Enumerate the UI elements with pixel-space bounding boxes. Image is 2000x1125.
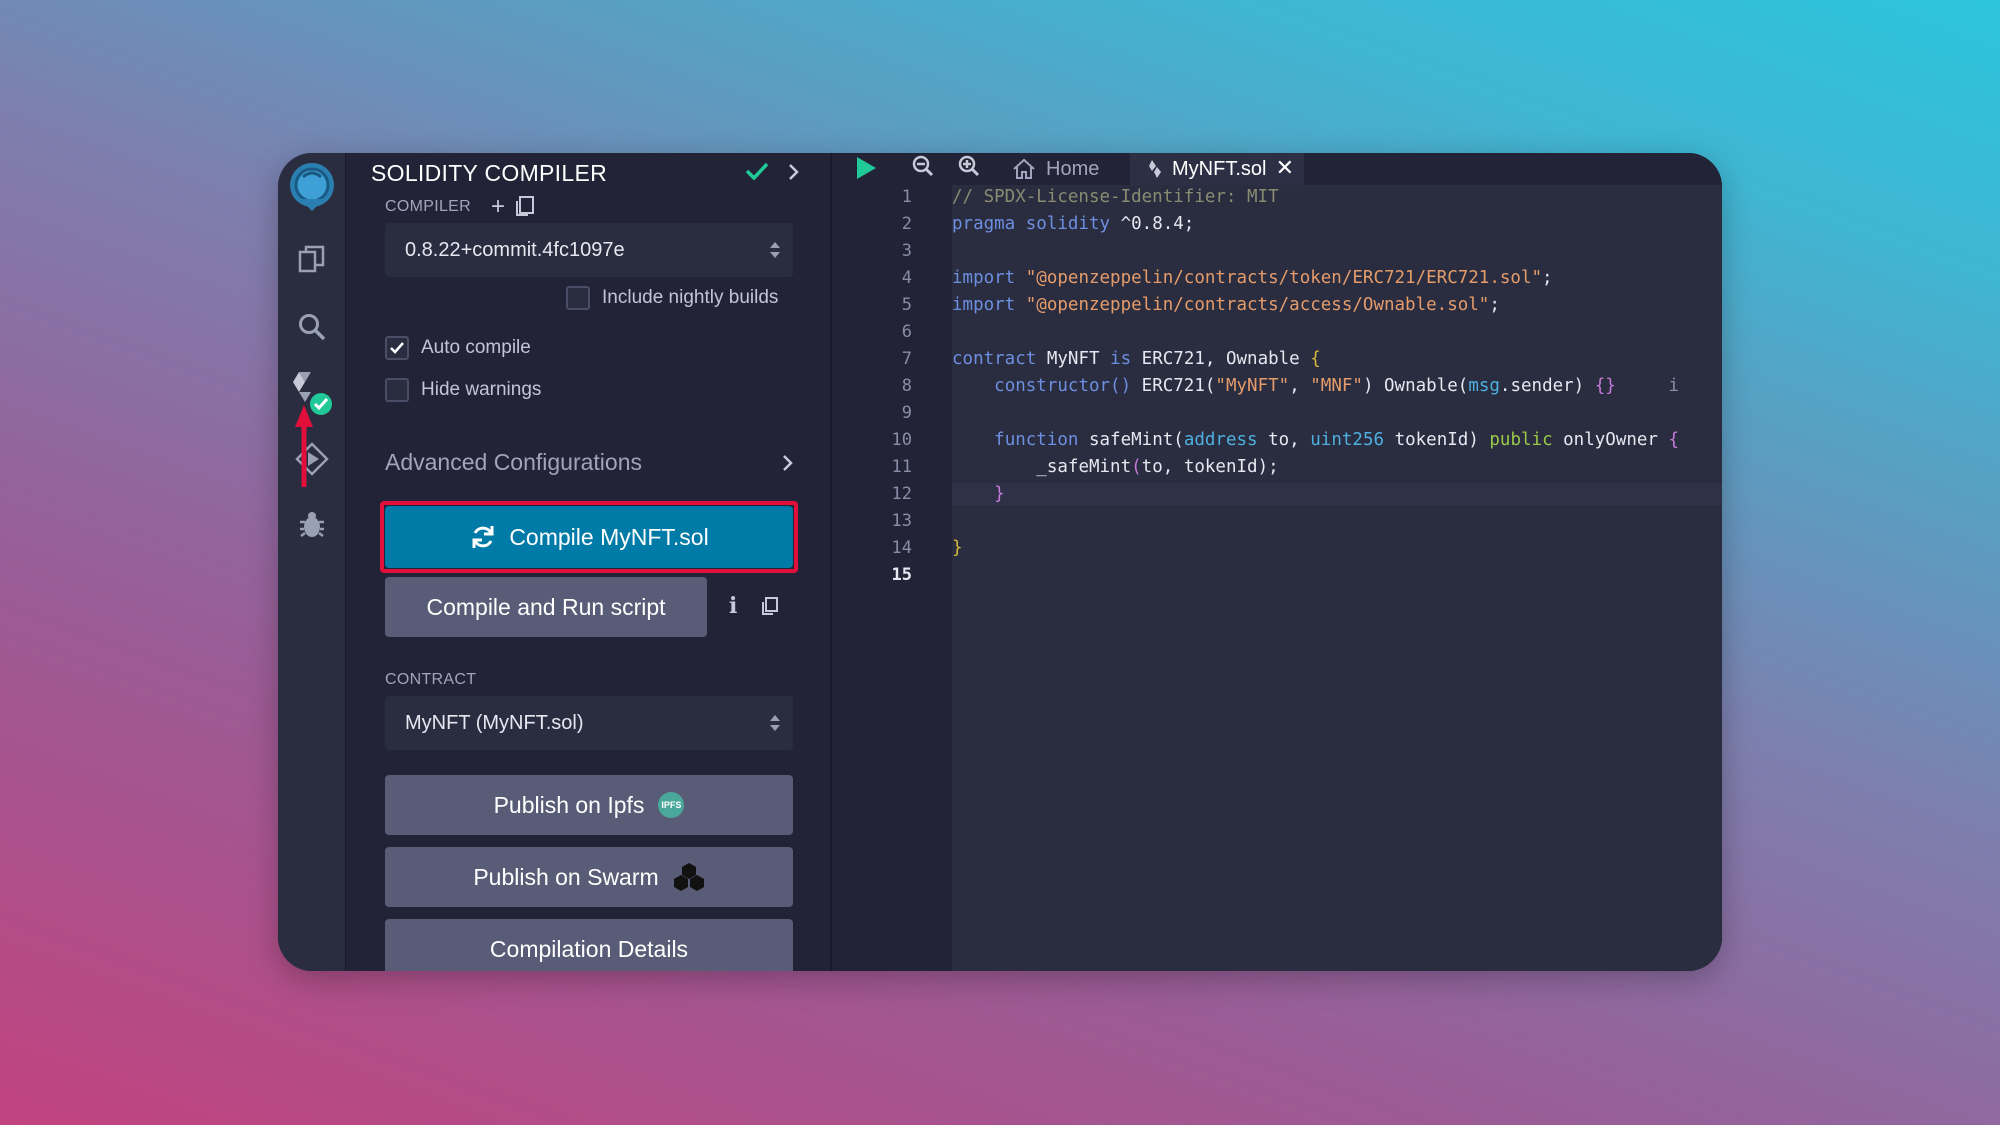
hide-warnings-checkbox[interactable] — [385, 378, 409, 402]
checkmark-icon — [390, 342, 404, 354]
auto-compile-checkbox[interactable] — [385, 336, 409, 360]
line-number: 2 — [901, 214, 912, 234]
swarm-icon — [673, 863, 704, 891]
copy-icon[interactable] — [761, 596, 779, 621]
tab-mynft-sol[interactable]: MyNFT.sol ✕ — [1130, 153, 1304, 185]
line-number: 15 — [891, 565, 912, 585]
search-icon[interactable] — [278, 299, 346, 355]
code-line-12: } — [994, 484, 1005, 504]
hide-warnings-row[interactable]: Hide warnings — [385, 378, 541, 402]
compiler-version-value: 0.8.22+commit.4fc1097e — [405, 239, 625, 261]
zoom-in-icon[interactable] — [958, 155, 980, 182]
line-number: 12 — [891, 484, 912, 504]
line-number: 11 — [891, 457, 912, 477]
close-icon[interactable]: ✕ — [1276, 155, 1294, 181]
line-number: 10 — [891, 430, 912, 450]
select-updown-icon — [770, 242, 780, 258]
code-line-5: import "@openzeppelin/contracts/access/O… — [952, 295, 1500, 315]
include-nightly-row[interactable]: Include nightly builds — [566, 286, 778, 310]
line-number-gutter: 1 2 3 4 5 6 7 8 9 10 11 12 13 14 15 — [834, 185, 952, 971]
tab-home[interactable]: Home — [1012, 153, 1099, 185]
compile-and-run-label: Compile and Run script — [426, 593, 666, 620]
include-nightly-checkbox[interactable] — [566, 286, 590, 310]
ipfs-icon: IPFS — [658, 792, 685, 818]
home-icon — [1013, 158, 1035, 179]
compilation-details-label: Compilation Details — [489, 935, 689, 962]
publish-swarm-label: Publish on Swarm — [473, 863, 659, 890]
panel-title: SOLIDITY COMPILER — [371, 160, 608, 186]
chevron-right-icon — [783, 455, 793, 471]
line-number: 5 — [901, 295, 912, 315]
compilation-details-button[interactable]: Compilation Details — [385, 919, 793, 971]
current-line-highlight — [952, 483, 1722, 505]
publish-ipfs-button[interactable]: Publish on Ipfs IPFS — [385, 775, 793, 835]
line-number: 14 — [891, 538, 912, 558]
compiler-panel: SOLIDITY COMPILER COMPILER + 0.8.22+comm… — [347, 153, 832, 971]
remix-logo-icon[interactable] — [278, 157, 346, 217]
line-number: 8 — [901, 376, 912, 396]
contract-value: MyNFT (MyNFT.sol) — [405, 712, 584, 734]
publish-ipfs-label: Publish on Ipfs — [493, 791, 645, 818]
refresh-icon — [472, 526, 494, 548]
custom-compiler-doc-icon[interactable] — [515, 195, 535, 222]
code-line-11: _safeMint(to, tokenId); — [1036, 457, 1279, 477]
line-number: 4 — [901, 268, 912, 288]
zoom-out-icon[interactable] — [912, 155, 934, 182]
debugger-bug-icon[interactable] — [278, 497, 346, 553]
select-updown-icon — [770, 715, 780, 731]
add-compiler-plus-icon[interactable]: + — [491, 193, 505, 221]
tab-home-label: Home — [1046, 157, 1100, 180]
compiler-version-select[interactable]: 0.8.22+commit.4fc1097e — [385, 223, 793, 277]
line-number: 3 — [901, 241, 912, 261]
code-line-4: import "@openzeppelin/contracts/token/ER… — [952, 268, 1553, 288]
code-line-7: contract MyNFT is ERC721, Ownable { — [952, 349, 1321, 369]
code-line-1: // SPDX-License-Identifier: MIT — [952, 187, 1279, 207]
line-number: 1 — [901, 187, 912, 207]
code-editor[interactable]: // SPDX-License-Identifier: MIT pragma s… — [952, 185, 1722, 971]
panel-chevron-right-icon[interactable] — [787, 163, 801, 186]
advanced-configurations-label: Advanced Configurations — [385, 449, 642, 475]
run-play-icon[interactable] — [854, 155, 878, 186]
line-number: 9 — [901, 403, 912, 423]
code-line-2: pragma solidity ^0.8.4; — [952, 214, 1195, 234]
line-number: 7 — [901, 349, 912, 369]
solidity-icon — [1149, 160, 1161, 178]
info-icon[interactable]: i — [729, 593, 737, 619]
editor-area: Home MyNFT.sol ✕ 1 2 3 4 5 6 7 8 9 10 11 12 13 14 15 /… — [834, 153, 1722, 971]
compile-and-run-script-button[interactable]: Compile and Run script — [385, 577, 707, 637]
code-line-14: } — [952, 538, 963, 558]
red-arrow-annotation-icon — [294, 403, 314, 492]
compiler-label: COMPILER — [385, 198, 471, 215]
publish-swarm-button[interactable]: Publish on Swarm — [385, 847, 793, 907]
line-number: 13 — [891, 511, 912, 531]
editor-tabbar: Home MyNFT.sol ✕ — [834, 153, 1722, 185]
auto-compile-label: Auto compile — [421, 337, 531, 358]
compile-button[interactable]: Compile MyNFT.sol — [385, 506, 793, 568]
include-nightly-label: Include nightly builds — [602, 287, 779, 308]
code-line-8: constructor() ERC721("MyNFT", "MNF") Own… — [994, 376, 1680, 396]
contract-select[interactable]: MyNFT (MyNFT.sol) — [385, 696, 793, 750]
contract-label: CONTRACT — [385, 671, 477, 688]
remix-window: SOLIDITY COMPILER COMPILER + 0.8.22+comm… — [278, 153, 1722, 971]
advanced-configurations-toggle[interactable]: Advanced Configurations — [385, 449, 795, 476]
code-line-10: function safeMint(address to, uint256 to… — [994, 430, 1680, 450]
hide-warnings-label: Hide warnings — [421, 379, 542, 400]
line-number: 6 — [901, 322, 912, 342]
auto-compile-row[interactable]: Auto compile — [385, 336, 531, 360]
compile-success-check-icon — [745, 161, 769, 186]
file-explorer-icon[interactable] — [278, 231, 346, 287]
icon-rail — [278, 153, 346, 971]
tab-file-label: MyNFT.sol — [1172, 157, 1267, 180]
compile-button-label: Compile MyNFT.sol — [509, 523, 709, 550]
